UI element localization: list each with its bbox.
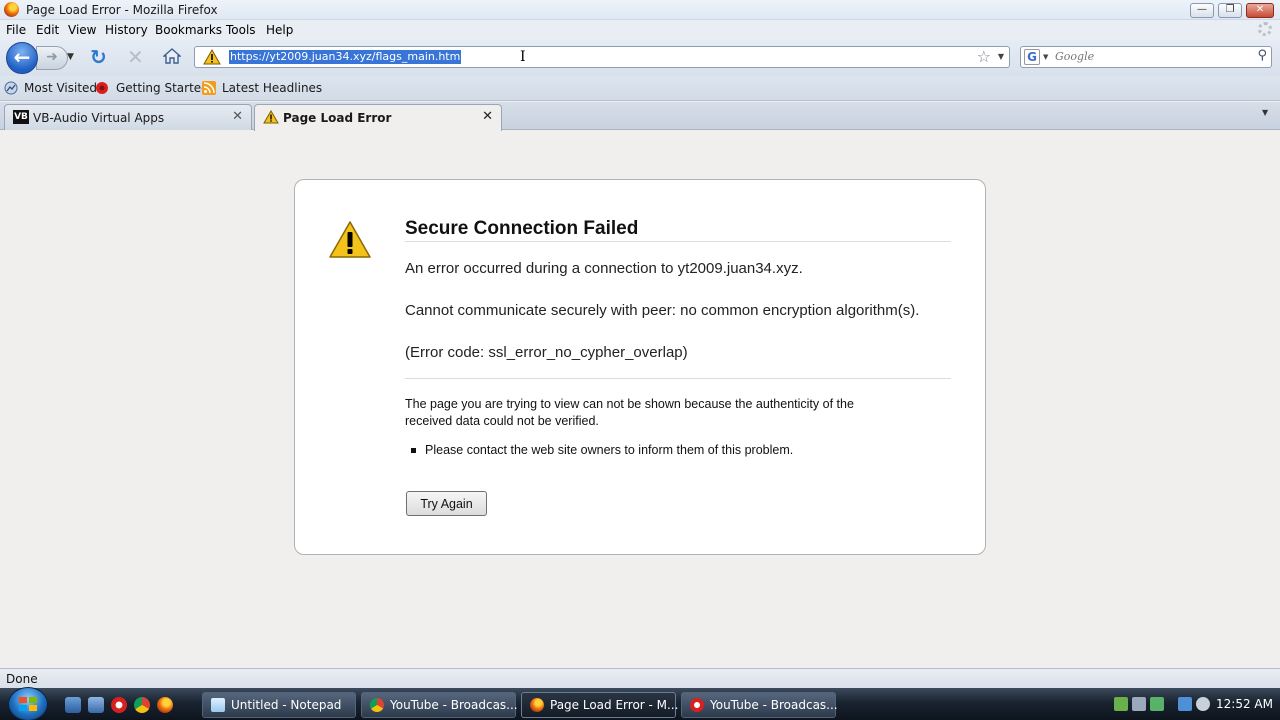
back-button[interactable]: ← bbox=[6, 42, 38, 74]
menu-bookmarks[interactable]: Bookmarks bbox=[155, 23, 222, 37]
divider bbox=[405, 378, 951, 379]
url-dropdown-icon[interactable]: ▼ bbox=[998, 52, 1004, 61]
bookmark-star-icon[interactable]: ☆ bbox=[977, 47, 991, 66]
chrome-icon bbox=[370, 698, 384, 712]
tab-label: VB-Audio Virtual Apps bbox=[33, 111, 165, 125]
url-bar[interactable]: https://yt2009.juan34.xyz/flags_main.htm… bbox=[194, 46, 1010, 68]
rss-feed-icon bbox=[202, 81, 216, 95]
menu-tools[interactable]: Tools bbox=[226, 23, 256, 37]
forward-button[interactable]: ➜ bbox=[36, 46, 68, 70]
status-bar: Done bbox=[0, 668, 1280, 688]
tab-page-load-error[interactable]: Page Load Error ✕ bbox=[254, 104, 502, 131]
search-icon[interactable]: ⚲ bbox=[1257, 48, 1267, 63]
menu-bar: File Edit View History Bookmarks Tools H… bbox=[0, 20, 1280, 40]
list-all-tabs-icon[interactable]: ▼ bbox=[1262, 108, 1268, 117]
error-code: (Error code: ssl_error_no_cypher_overlap… bbox=[405, 344, 688, 361]
google-icon[interactable]: G bbox=[1024, 49, 1040, 65]
home-button[interactable] bbox=[163, 47, 181, 65]
error-panel: Secure Connection Failed An error occurr… bbox=[294, 179, 986, 555]
bookmark-getting-started[interactable]: Getting Started bbox=[116, 81, 209, 95]
error-title: Secure Connection Failed bbox=[405, 218, 639, 239]
close-button[interactable]: ✕ bbox=[1246, 3, 1274, 18]
taskbar-button-notepad[interactable]: Untitled - Notepad bbox=[202, 692, 356, 718]
taskbar-button-opera[interactable]: YouTube - Broadcas... bbox=[681, 692, 838, 718]
bullet-icon bbox=[411, 448, 416, 453]
firefox-icon bbox=[4, 2, 19, 17]
windows-logo-icon bbox=[19, 697, 37, 711]
warning-icon bbox=[203, 49, 221, 65]
divider bbox=[405, 241, 951, 242]
tray-icon[interactable] bbox=[1132, 697, 1146, 711]
bookmarks-toolbar: Most Visited Getting Started Latest Head… bbox=[0, 76, 1280, 101]
throbber-icon bbox=[1258, 22, 1272, 36]
url-text[interactable]: https://yt2009.juan34.xyz/flags_main.htm bbox=[229, 50, 462, 64]
chrome-icon[interactable] bbox=[134, 697, 150, 713]
minimize-button[interactable]: — bbox=[1190, 3, 1214, 18]
error-message: An error occurred during a connection to… bbox=[405, 260, 803, 277]
menu-view[interactable]: View bbox=[68, 23, 96, 37]
menu-history[interactable]: History bbox=[105, 23, 148, 37]
taskbar-clock[interactable]: 12:52 AM bbox=[1216, 697, 1273, 711]
taskbar-label: YouTube - Broadcas... bbox=[390, 698, 518, 712]
firefox-icon bbox=[530, 698, 544, 712]
maximize-button[interactable]: ❐ bbox=[1218, 3, 1242, 18]
update-tray-icon[interactable] bbox=[1150, 697, 1164, 711]
taskbar-button-chrome[interactable]: YouTube - Broadcas... bbox=[361, 692, 518, 718]
title-bar: Page Load Error - Mozilla Firefox — ❐ ✕ bbox=[0, 0, 1280, 20]
search-input[interactable] bbox=[1055, 50, 1245, 63]
engine-dropdown-icon[interactable]: ▼ bbox=[1043, 53, 1048, 61]
opera-icon[interactable] bbox=[111, 697, 127, 713]
stop-button[interactable]: ✕ bbox=[127, 45, 144, 69]
tab-label: Page Load Error bbox=[283, 111, 392, 125]
warning-icon bbox=[263, 110, 279, 124]
tab-vb-audio[interactable]: VB VB-Audio Virtual Apps ✕ bbox=[4, 104, 252, 130]
menu-help[interactable]: Help bbox=[266, 23, 293, 37]
vb-audio-icon: VB bbox=[13, 110, 29, 124]
try-again-button[interactable]: Try Again bbox=[406, 491, 487, 516]
warning-icon bbox=[329, 221, 371, 258]
tab-close-icon[interactable]: ✕ bbox=[482, 109, 493, 124]
search-bar[interactable]: G ▼ ⚲ bbox=[1020, 46, 1272, 68]
taskbar-label: Untitled - Notepad bbox=[231, 698, 342, 712]
menu-edit[interactable]: Edit bbox=[36, 23, 59, 37]
taskbar-label: YouTube - Broadcas... bbox=[710, 698, 838, 712]
history-dropdown-icon[interactable]: ▼ bbox=[67, 52, 74, 62]
bookmark-latest-headlines[interactable]: Latest Headlines bbox=[222, 81, 322, 95]
network-tray-icon[interactable] bbox=[1114, 697, 1128, 711]
most-visited-icon bbox=[4, 81, 18, 95]
opera-icon bbox=[690, 698, 704, 712]
show-desktop-icon[interactable] bbox=[65, 697, 81, 713]
volume-icon[interactable] bbox=[1196, 697, 1210, 711]
firefox-icon[interactable] bbox=[157, 697, 173, 713]
bookmark-most-visited[interactable]: Most Visited bbox=[24, 81, 97, 95]
reload-button[interactable]: ↻ bbox=[90, 45, 107, 69]
window-title: Page Load Error - Mozilla Firefox bbox=[26, 3, 218, 17]
getting-started-icon bbox=[96, 82, 108, 94]
taskbar-button-firefox[interactable]: Page Load Error - M... bbox=[521, 692, 679, 718]
tab-close-icon[interactable]: ✕ bbox=[232, 109, 243, 124]
taskbar-label: Page Load Error - M... bbox=[550, 698, 679, 712]
error-description: The page you are trying to view can not … bbox=[405, 397, 854, 428]
switch-windows-icon[interactable] bbox=[88, 697, 104, 713]
status-text: Done bbox=[6, 672, 38, 686]
connection-tray-icon[interactable] bbox=[1178, 697, 1192, 711]
error-suggestion: Please contact the web site owners to in… bbox=[425, 443, 794, 457]
text-cursor-icon: I bbox=[520, 49, 526, 65]
menu-file[interactable]: File bbox=[6, 23, 26, 37]
notepad-icon bbox=[211, 698, 225, 712]
error-detail: Cannot communicate securely with peer: n… bbox=[405, 302, 920, 319]
